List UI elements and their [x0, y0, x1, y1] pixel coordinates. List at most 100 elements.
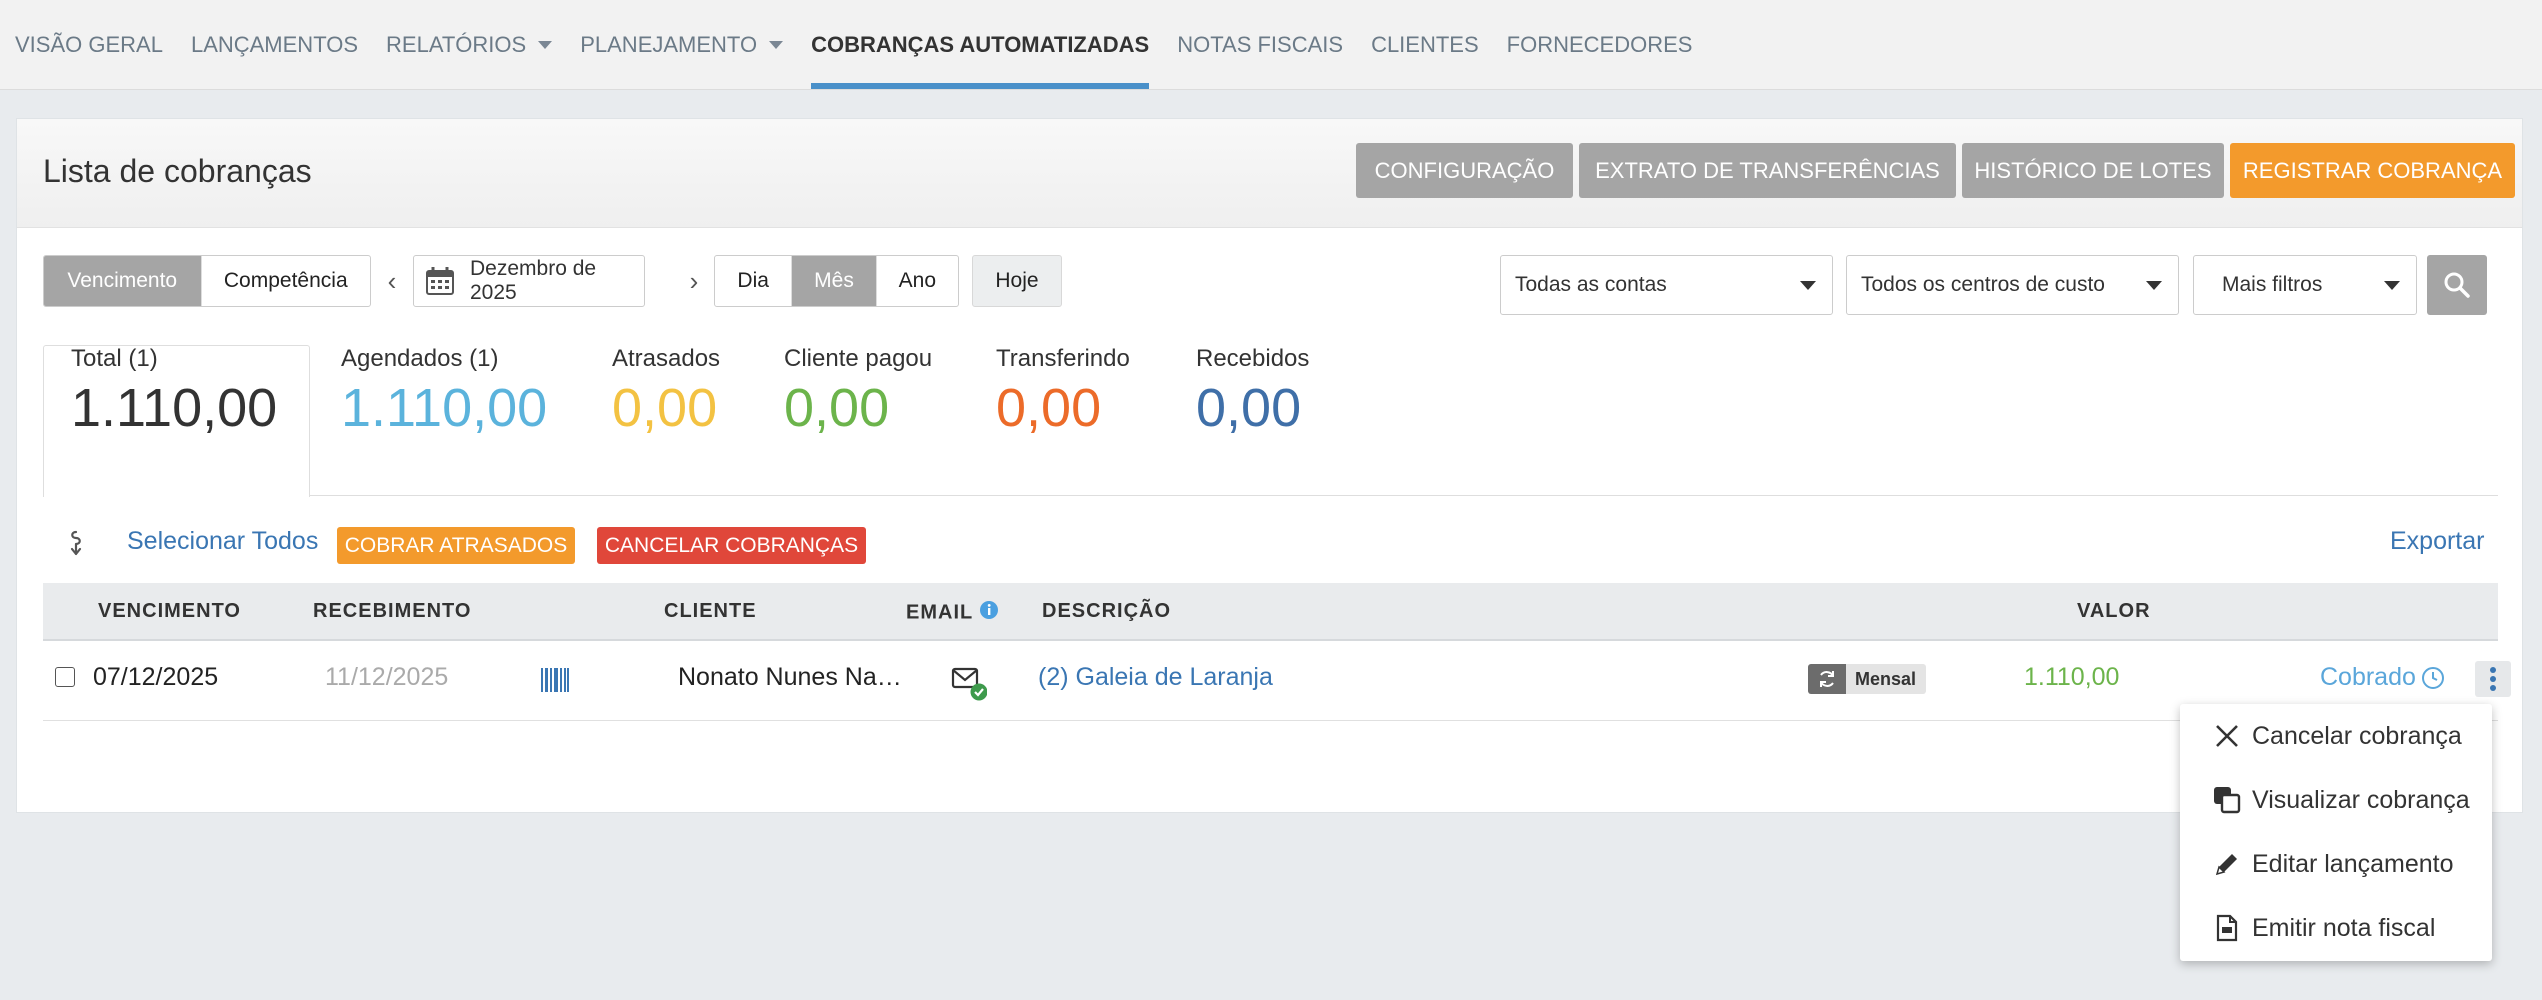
menu-view-charge[interactable]: Visualizar cobrança: [2180, 768, 2492, 832]
col-valor[interactable]: VALOR: [2077, 600, 2151, 623]
calendar-icon: [424, 265, 456, 297]
summary-value: 0,00: [1196, 378, 1302, 438]
recurrence-label: Mensal: [1855, 668, 1917, 689]
top-nav: VISÃO GERAL LANÇAMENTOS RELATÓRIOS PLANE…: [0, 0, 2542, 90]
status-cobrado[interactable]: Cobrado: [2320, 663, 2445, 692]
dia-option[interactable]: Dia: [715, 256, 793, 306]
menu-edit-entry[interactable]: Editar lançamento: [2180, 832, 2492, 896]
caret-down-icon: [538, 40, 553, 49]
barcode-icon[interactable]: [541, 668, 569, 692]
summary-recebidos[interactable]: Recebidos 0,00: [1196, 345, 1309, 439]
col-recebimento[interactable]: RECEBIMENTO: [313, 600, 471, 623]
nav-clientes[interactable]: CLIENTES: [1357, 0, 1493, 89]
close-icon: [2210, 723, 2244, 749]
nav-relatorios[interactable]: RELATÓRIOS: [372, 0, 566, 89]
mes-option[interactable]: Mês: [792, 256, 877, 306]
nav-label: COBRANÇAS AUTOMATIZADAS: [811, 31, 1150, 57]
col-email-label: EMAIL: [906, 601, 973, 624]
menu-item-label: Cancelar cobrança: [2252, 721, 2462, 750]
summary-divider: [43, 495, 2498, 496]
summary-total[interactable]: Total (1) 1.110,00: [71, 345, 277, 439]
nav-fornecedores[interactable]: FORNECEDORES: [1493, 0, 1707, 89]
search-icon: [2443, 271, 2471, 299]
col-descricao[interactable]: DESCRIÇÃO: [1042, 600, 1171, 623]
ano-option[interactable]: Ano: [877, 256, 958, 306]
nav-planejamento[interactable]: PLANEJAMENTO: [566, 0, 797, 89]
caret-down-icon: [769, 40, 784, 49]
today-button[interactable]: Hoje: [972, 255, 1062, 307]
summary-value: 0,00: [612, 378, 718, 438]
chevron-left-icon[interactable]: ‹: [379, 255, 405, 307]
col-email[interactable]: EMAIL: [906, 600, 999, 626]
dropdown-arrow-icon: [1800, 281, 1816, 290]
clock-icon: [2421, 666, 2445, 690]
nav-visao-geral[interactable]: VISÃO GERAL: [0, 0, 177, 89]
accounts-select-value: Todas as contas: [1515, 273, 1667, 296]
menu-cancel-charge[interactable]: Cancelar cobrança: [2180, 704, 2492, 768]
summary-value: 0,00: [784, 378, 890, 438]
nav-label: NOTAS FISCAIS: [1177, 31, 1344, 57]
select-toggle-icon[interactable]: [65, 529, 87, 557]
cell-descricao[interactable]: (2) Galeia de Laranja: [1038, 663, 1273, 692]
summary-atrasados[interactable]: Atrasados 0,00: [612, 345, 720, 439]
nav-label: LANÇAMENTOS: [190, 31, 359, 57]
row-menu-button[interactable]: [2475, 661, 2511, 697]
status-label: Cobrado: [2320, 663, 2416, 691]
summary-agendados[interactable]: Agendados (1) 1.110,00: [341, 345, 547, 439]
vencimento-option[interactable]: Vencimento: [44, 256, 202, 306]
select-all-link[interactable]: Selecionar Todos: [127, 527, 318, 556]
row-checkbox[interactable]: [55, 667, 75, 687]
cell-valor: 1.110,00: [2024, 663, 2120, 691]
summary-label: Recebidos: [1196, 345, 1310, 372]
row-context-menu: Cancelar cobrança Visualizar cobrança Ed…: [2180, 704, 2492, 961]
col-cliente[interactable]: CLIENTE: [664, 600, 757, 623]
transfer-statement-button[interactable]: EXTRATO DE TRANSFERÊNCIAS: [1579, 143, 1956, 198]
summary-transferindo[interactable]: Transferindo 0,00: [996, 345, 1130, 439]
search-button[interactable]: [2427, 255, 2487, 315]
nav-notas-fiscais[interactable]: NOTAS FISCAIS: [1163, 0, 1357, 89]
more-filters-select[interactable]: Mais filtros: [2193, 255, 2417, 315]
col-vencimento[interactable]: VENCIMENTO: [98, 600, 241, 623]
granularity-toggle: Dia Mês Ano: [714, 255, 959, 307]
card-header: Lista de cobranças CONFIGURAÇÃO EXTRATO …: [17, 119, 2522, 228]
accounts-select[interactable]: Todas as contas: [1500, 255, 1833, 315]
summary-cliente-pagou[interactable]: Cliente pagou 0,00: [784, 345, 932, 439]
period-picker[interactable]: Dezembro de 2025: [413, 255, 645, 307]
competencia-option[interactable]: Competência: [202, 256, 370, 306]
period-label: Dezembro de 2025: [470, 257, 597, 304]
nav-label: PLANEJAMENTO: [580, 31, 758, 57]
cell-cliente[interactable]: Nonato Nunes Na…: [678, 663, 902, 692]
email-sent-icon[interactable]: [951, 667, 987, 701]
recurrence-badge: Mensal: [1808, 664, 1926, 694]
dropdown-arrow-icon: [2146, 281, 2162, 290]
cancel-charges-button[interactable]: CANCELAR COBRANÇAS: [597, 527, 866, 564]
charge-overdue-button[interactable]: COBRAR ATRASADOS: [337, 527, 575, 564]
cell-recebimento: 11/12/2025: [325, 663, 449, 691]
table-row[interactable]: 07/12/2025 11/12/2025 Nonato Nunes Na… (…: [43, 641, 2511, 721]
invoice-icon: [2210, 914, 2244, 942]
menu-issue-invoice[interactable]: Emitir nota fiscal: [2180, 896, 2492, 960]
summary-value: 1.110,00: [341, 378, 548, 438]
page-title: Lista de cobranças: [43, 153, 312, 189]
nav-label: VISÃO GERAL: [15, 31, 163, 57]
menu-item-label: Visualizar cobrança: [2252, 785, 2470, 814]
summary-value: 0,00: [996, 378, 1102, 438]
summary-label: Transferindo: [996, 345, 1130, 372]
date-type-toggle: Vencimento Competência: [43, 255, 371, 307]
summary-label: Atrasados: [612, 345, 721, 372]
nav-cobrancas-automatizadas[interactable]: COBRANÇAS AUTOMATIZADAS: [797, 0, 1163, 89]
nav-label: CLIENTES: [1371, 31, 1479, 57]
export-link[interactable]: Exportar: [2390, 527, 2484, 556]
pencil-icon: [2210, 850, 2244, 878]
register-charge-button[interactable]: REGISTRAR COBRANÇA: [2230, 143, 2515, 198]
nav-lancamentos[interactable]: LANÇAMENTOS: [177, 0, 372, 89]
batch-history-button[interactable]: HISTÓRICO DE LOTES: [1962, 143, 2224, 198]
config-button[interactable]: CONFIGURAÇÃO: [1356, 143, 1573, 198]
charges-card: Lista de cobranças CONFIGURAÇÃO EXTRATO …: [16, 118, 2523, 813]
chevron-right-icon[interactable]: ›: [681, 255, 707, 307]
info-icon[interactable]: [979, 600, 999, 626]
cost-centers-select-value: Todos os centros de custo: [1861, 273, 2105, 296]
cost-centers-select[interactable]: Todos os centros de custo: [1846, 255, 2179, 315]
summary-label: Agendados (1): [341, 345, 499, 372]
more-filters-label: Mais filtros: [2222, 273, 2323, 296]
